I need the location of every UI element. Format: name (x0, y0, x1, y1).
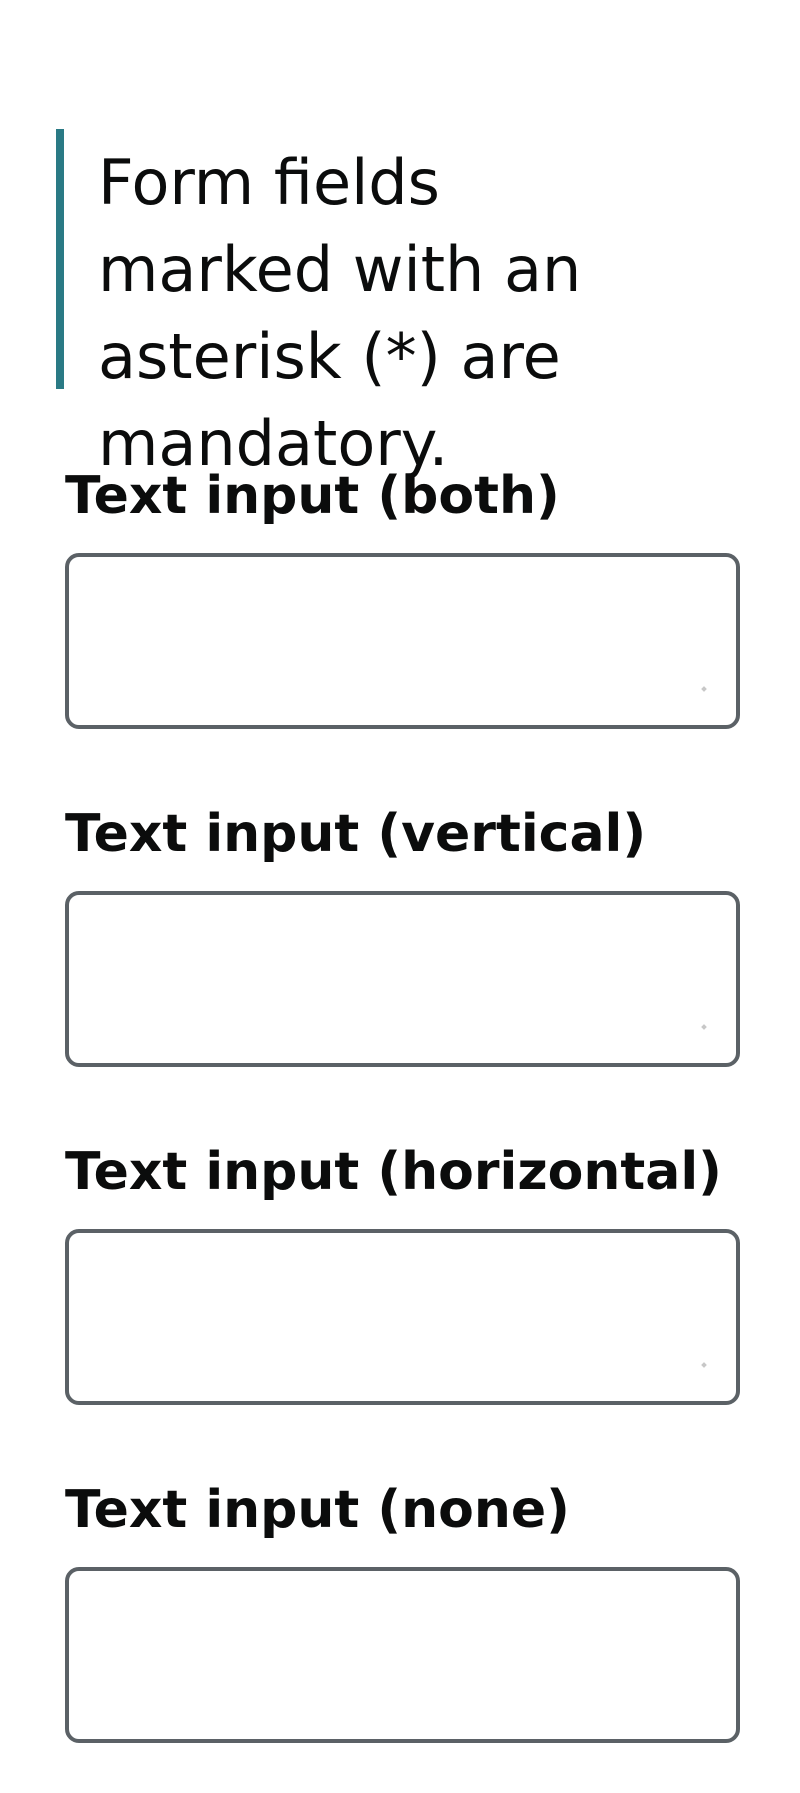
resize-handle-icon[interactable] (701, 686, 707, 692)
field-text-input-horizontal: Text input (horizontal) (65, 1141, 740, 1405)
resize-handle-icon[interactable] (701, 1362, 707, 1368)
field-label: Text input (vertical) (65, 804, 647, 864)
field-label: Text input (horizontal) (65, 1142, 722, 1202)
textarea-vertical[interactable] (65, 891, 740, 1067)
resize-handle-icon[interactable] (701, 1024, 707, 1030)
field-label: Text input (none) (65, 1480, 570, 1540)
field-label: Text input (both) (65, 466, 560, 526)
textarea-both[interactable] (65, 553, 740, 729)
mandatory-fields-notice: Form fields marked with an asterisk (*) … (56, 129, 686, 480)
field-text-input-both: Text input (both) (65, 465, 740, 729)
field-text-input-vertical: Text input (vertical) (65, 803, 740, 1067)
textarea-horizontal[interactable] (65, 1229, 740, 1405)
field-text-input-none: Text input (none) (65, 1479, 740, 1743)
textarea-none[interactable] (65, 1567, 740, 1743)
notice-text: Form fields marked with an asterisk (*) … (98, 146, 582, 480)
